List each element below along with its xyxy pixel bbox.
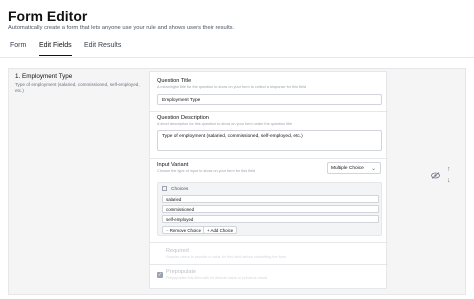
page-subtitle: Automatically create a form that lets an… — [8, 25, 235, 31]
input-variant-label: Input Variant — [157, 162, 189, 168]
field-panel: 1. Employment Type Type of employment (s… — [8, 68, 466, 295]
question-title-input[interactable]: Employment Type — [157, 94, 382, 105]
tab-bar: Form Edit Fields Edit Results — [0, 38, 474, 58]
divider — [150, 111, 388, 112]
question-title-label: Question Title — [157, 78, 192, 84]
choice-input[interactable]: commissioned — [162, 205, 379, 213]
chevron-down-icon: ⌄ — [370, 165, 376, 172]
prepopulate-label: Prepopulate — [166, 269, 197, 275]
input-variant-value: Multiple Choice — [331, 166, 364, 171]
divider — [150, 158, 388, 159]
input-variant-select[interactable]: Multiple Choice ⌄ — [327, 162, 381, 174]
tab-edit-results[interactable]: Edit Results — [84, 42, 121, 55]
prepopulate-help: Prepopulate this field with its default … — [166, 276, 267, 280]
choices-heading-label: Choices — [171, 187, 189, 192]
input-variant-help: Choose the type of input to show on your… — [157, 169, 256, 173]
arrow-down-icon[interactable]: ↓ — [447, 177, 451, 184]
tab-form[interactable]: Form — [10, 42, 26, 55]
divider — [150, 264, 388, 265]
remove-choice-button[interactable]: − Remove Choice — [162, 226, 206, 234]
question-description-label: Question Description — [157, 115, 209, 121]
remove-choice-label: Remove Choice — [169, 228, 202, 234]
arrow-up-icon[interactable]: ↑ — [447, 166, 451, 173]
question-description-input[interactable]: Type of employment (salaried, commission… — [157, 130, 382, 151]
add-choice-button[interactable]: + Add Choice — [203, 226, 238, 234]
choice-input[interactable]: self-employed — [162, 215, 379, 223]
drag-handle-icon[interactable] — [162, 186, 167, 191]
prepopulate-checkbox[interactable]: ✓ — [157, 272, 163, 278]
question-title-help: A meaningful title for the question to s… — [157, 85, 307, 89]
page-title: Form Editor — [8, 8, 88, 24]
field-description: Type of employment (salaried, commission… — [15, 82, 140, 93]
choice-input[interactable]: salaried — [162, 195, 379, 203]
field-summary: 1. Employment Type Type of employment (s… — [15, 73, 153, 93]
tab-edit-fields[interactable]: Edit Fields — [39, 42, 72, 56]
required-help: Require users to provide a value for thi… — [166, 255, 287, 259]
eye-off-icon[interactable] — [431, 172, 440, 181]
field-title: 1. Employment Type — [15, 73, 73, 80]
question-description-help: A short description for this question to… — [157, 122, 293, 126]
divider — [150, 242, 388, 243]
choices-box: Choices salaried commissioned self-emplo… — [157, 182, 382, 236]
field-settings-card: Question Title A meaningful title for th… — [149, 71, 388, 289]
choices-heading: Choices — [162, 186, 188, 192]
required-label: Required — [166, 248, 189, 254]
